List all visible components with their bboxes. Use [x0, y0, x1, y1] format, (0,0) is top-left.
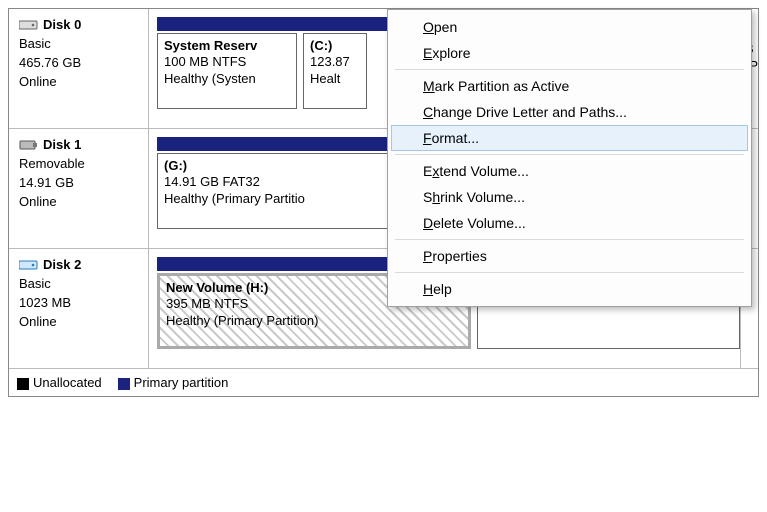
menu-separator — [395, 272, 744, 273]
disk-name: Disk 2 — [43, 257, 81, 274]
menu-explore[interactable]: Explore — [391, 40, 748, 66]
disk-name: Disk 1 — [43, 137, 81, 154]
legend-swatch-blue — [118, 378, 130, 390]
legend-label: Unallocated — [33, 375, 102, 390]
disk-status: Online — [19, 74, 140, 91]
disk-type: Basic — [19, 276, 140, 293]
legend-unallocated: Unallocated — [17, 375, 102, 390]
disk-info-0: Disk 0 Basic 465.76 GB Online — [9, 9, 149, 128]
legend-primary: Primary partition — [118, 375, 229, 390]
partition-size: 100 MB NTFS — [164, 54, 246, 69]
partition-c[interactable]: (C:) 123.87 Healt — [303, 33, 367, 109]
menu-separator — [395, 239, 744, 240]
disk-size: 14.91 GB — [19, 175, 140, 192]
hdd-icon — [19, 258, 39, 272]
partition-title: (C:) — [310, 38, 360, 54]
usb-icon — [19, 138, 39, 152]
partition-health: Healt — [310, 71, 340, 86]
menu-format[interactable]: Format... — [391, 125, 748, 151]
partition-title: System Reserv — [164, 38, 290, 54]
partition-size: 395 MB NTFS — [166, 296, 248, 311]
disk-type: Basic — [19, 36, 140, 53]
menu-change-drive-letter[interactable]: Change Drive Letter and Paths... — [391, 99, 748, 125]
partition-size: 123.87 — [310, 54, 350, 69]
legend-label: Primary partition — [134, 375, 229, 390]
disk-info-1: Disk 1 Removable 14.91 GB Online — [9, 129, 149, 248]
partition-health: Healthy (Primary Partitio — [164, 191, 305, 206]
partition-size: 14.91 GB FAT32 — [164, 174, 260, 189]
partition-health: Healthy (Systen — [164, 71, 256, 86]
menu-separator — [395, 154, 744, 155]
disk-type: Removable — [19, 156, 140, 173]
legend: Unallocated Primary partition — [9, 369, 758, 396]
menu-help[interactable]: Help — [391, 276, 748, 302]
disk-management-panel: Disk 0 Basic 465.76 GB Online System Res… — [8, 8, 759, 397]
menu-delete-volume[interactable]: Delete Volume... — [391, 210, 748, 236]
disk-status: Online — [19, 314, 140, 331]
hdd-icon — [19, 18, 39, 32]
menu-mark-active[interactable]: Mark Partition as Active — [391, 73, 748, 99]
partition-health: Healthy (Primary Partition) — [166, 313, 318, 328]
disk-size: 1023 MB — [19, 295, 140, 312]
menu-shrink-volume[interactable]: Shrink Volume... — [391, 184, 748, 210]
menu-separator — [395, 69, 744, 70]
menu-extend-volume[interactable]: Extend Volume... — [391, 158, 748, 184]
disk-name: Disk 0 — [43, 17, 81, 34]
menu-properties[interactable]: Properties — [391, 243, 748, 269]
menu-open[interactable]: Open — [391, 14, 748, 40]
legend-swatch-black — [17, 378, 29, 390]
disk-size: 465.76 GB — [19, 55, 140, 72]
disk-info-2: Disk 2 Basic 1023 MB Online — [9, 249, 149, 368]
disk-status: Online — [19, 194, 140, 211]
partition-system-reserved[interactable]: System Reserv 100 MB NTFS Healthy (Syste… — [157, 33, 297, 109]
context-menu: Open Explore Mark Partition as Active Ch… — [387, 9, 752, 307]
